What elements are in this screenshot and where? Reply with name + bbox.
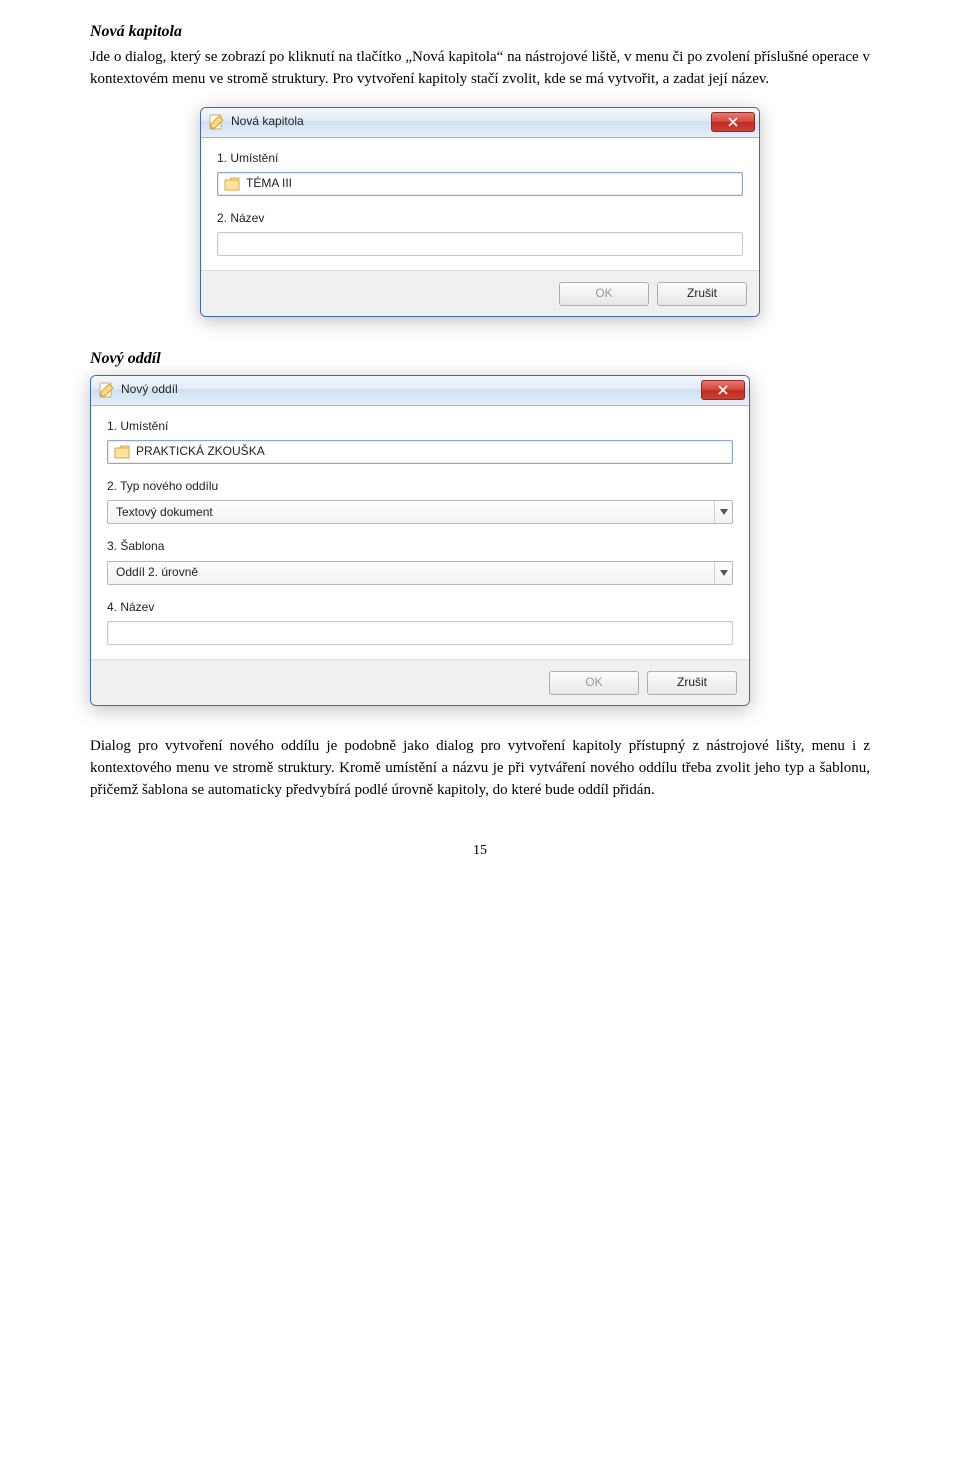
template-value: Oddíl 2. úrovně (108, 564, 714, 581)
location-select-2[interactable]: PRAKTICKÁ ZKOUŠKA (107, 440, 733, 464)
type-select[interactable]: Textový dokument (107, 500, 733, 524)
section-paragraph-2: Dialog pro vytvoření nového oddílu je po… (90, 736, 870, 801)
label-name-2: 4. Název (107, 599, 733, 616)
dialog-nova-kapitola: Nová kapitola 1. Umístění TÉMA III 2. Ná… (200, 107, 760, 318)
dialog-2-titlebar: Nový oddíl (91, 376, 749, 406)
dialog-2-body: 1. Umístění PRAKTICKÁ ZKOUŠKA 2. Typ nov… (91, 406, 749, 646)
close-button[interactable] (711, 112, 755, 132)
section-heading-2: Nový oddíl (90, 347, 870, 370)
page-number: 15 (90, 841, 870, 861)
close-icon (728, 117, 738, 127)
dialog-1-wrap: Nová kapitola 1. Umístění TÉMA III 2. Ná… (90, 107, 870, 318)
ok-button[interactable]: OK (549, 671, 639, 695)
folder-icon (224, 177, 240, 191)
close-icon (718, 385, 728, 395)
ok-button[interactable]: OK (559, 282, 649, 306)
label-location-2: 1. Umístění (107, 418, 733, 435)
label-template: 3. Šablona (107, 538, 733, 555)
template-select[interactable]: Oddíl 2. úrovně (107, 561, 733, 585)
label-type: 2. Typ nového oddílu (107, 478, 733, 495)
location-value-2: PRAKTICKÁ ZKOUŠKA (136, 443, 732, 460)
chevron-down-icon (714, 562, 732, 584)
dialog-novy-oddil: Nový oddíl 1. Umístění PRAKTICKÁ ZKOUŠKA… (90, 375, 750, 707)
dialog-1-footer: OK Zrušit (201, 270, 759, 316)
location-select[interactable]: TÉMA III (217, 172, 743, 196)
pencil-note-icon (99, 382, 115, 398)
dialog-1-title: Nová kapitola (231, 113, 705, 130)
label-name: 2. Název (217, 210, 743, 227)
type-value: Textový dokument (108, 504, 714, 521)
location-value: TÉMA III (246, 175, 742, 192)
cancel-button[interactable]: Zrušit (647, 671, 737, 695)
label-location: 1. Umístění (217, 150, 743, 167)
section-paragraph-1: Jde o dialog, který se zobrazí po kliknu… (90, 47, 870, 91)
folder-icon (114, 445, 130, 459)
name-input[interactable] (217, 232, 743, 256)
pencil-note-icon (209, 114, 225, 130)
name-input-2[interactable] (107, 621, 733, 645)
section-heading-1: Nová kapitola (90, 20, 870, 43)
dialog-2-wrap: Nový oddíl 1. Umístění PRAKTICKÁ ZKOUŠKA… (90, 375, 870, 707)
dialog-1-body: 1. Umístění TÉMA III 2. Název (201, 138, 759, 257)
dialog-1-titlebar: Nová kapitola (201, 108, 759, 138)
dialog-2-title: Nový oddíl (121, 381, 695, 398)
chevron-down-icon (714, 501, 732, 523)
dialog-2-footer: OK Zrušit (91, 659, 749, 705)
cancel-button[interactable]: Zrušit (657, 282, 747, 306)
close-button[interactable] (701, 380, 745, 400)
